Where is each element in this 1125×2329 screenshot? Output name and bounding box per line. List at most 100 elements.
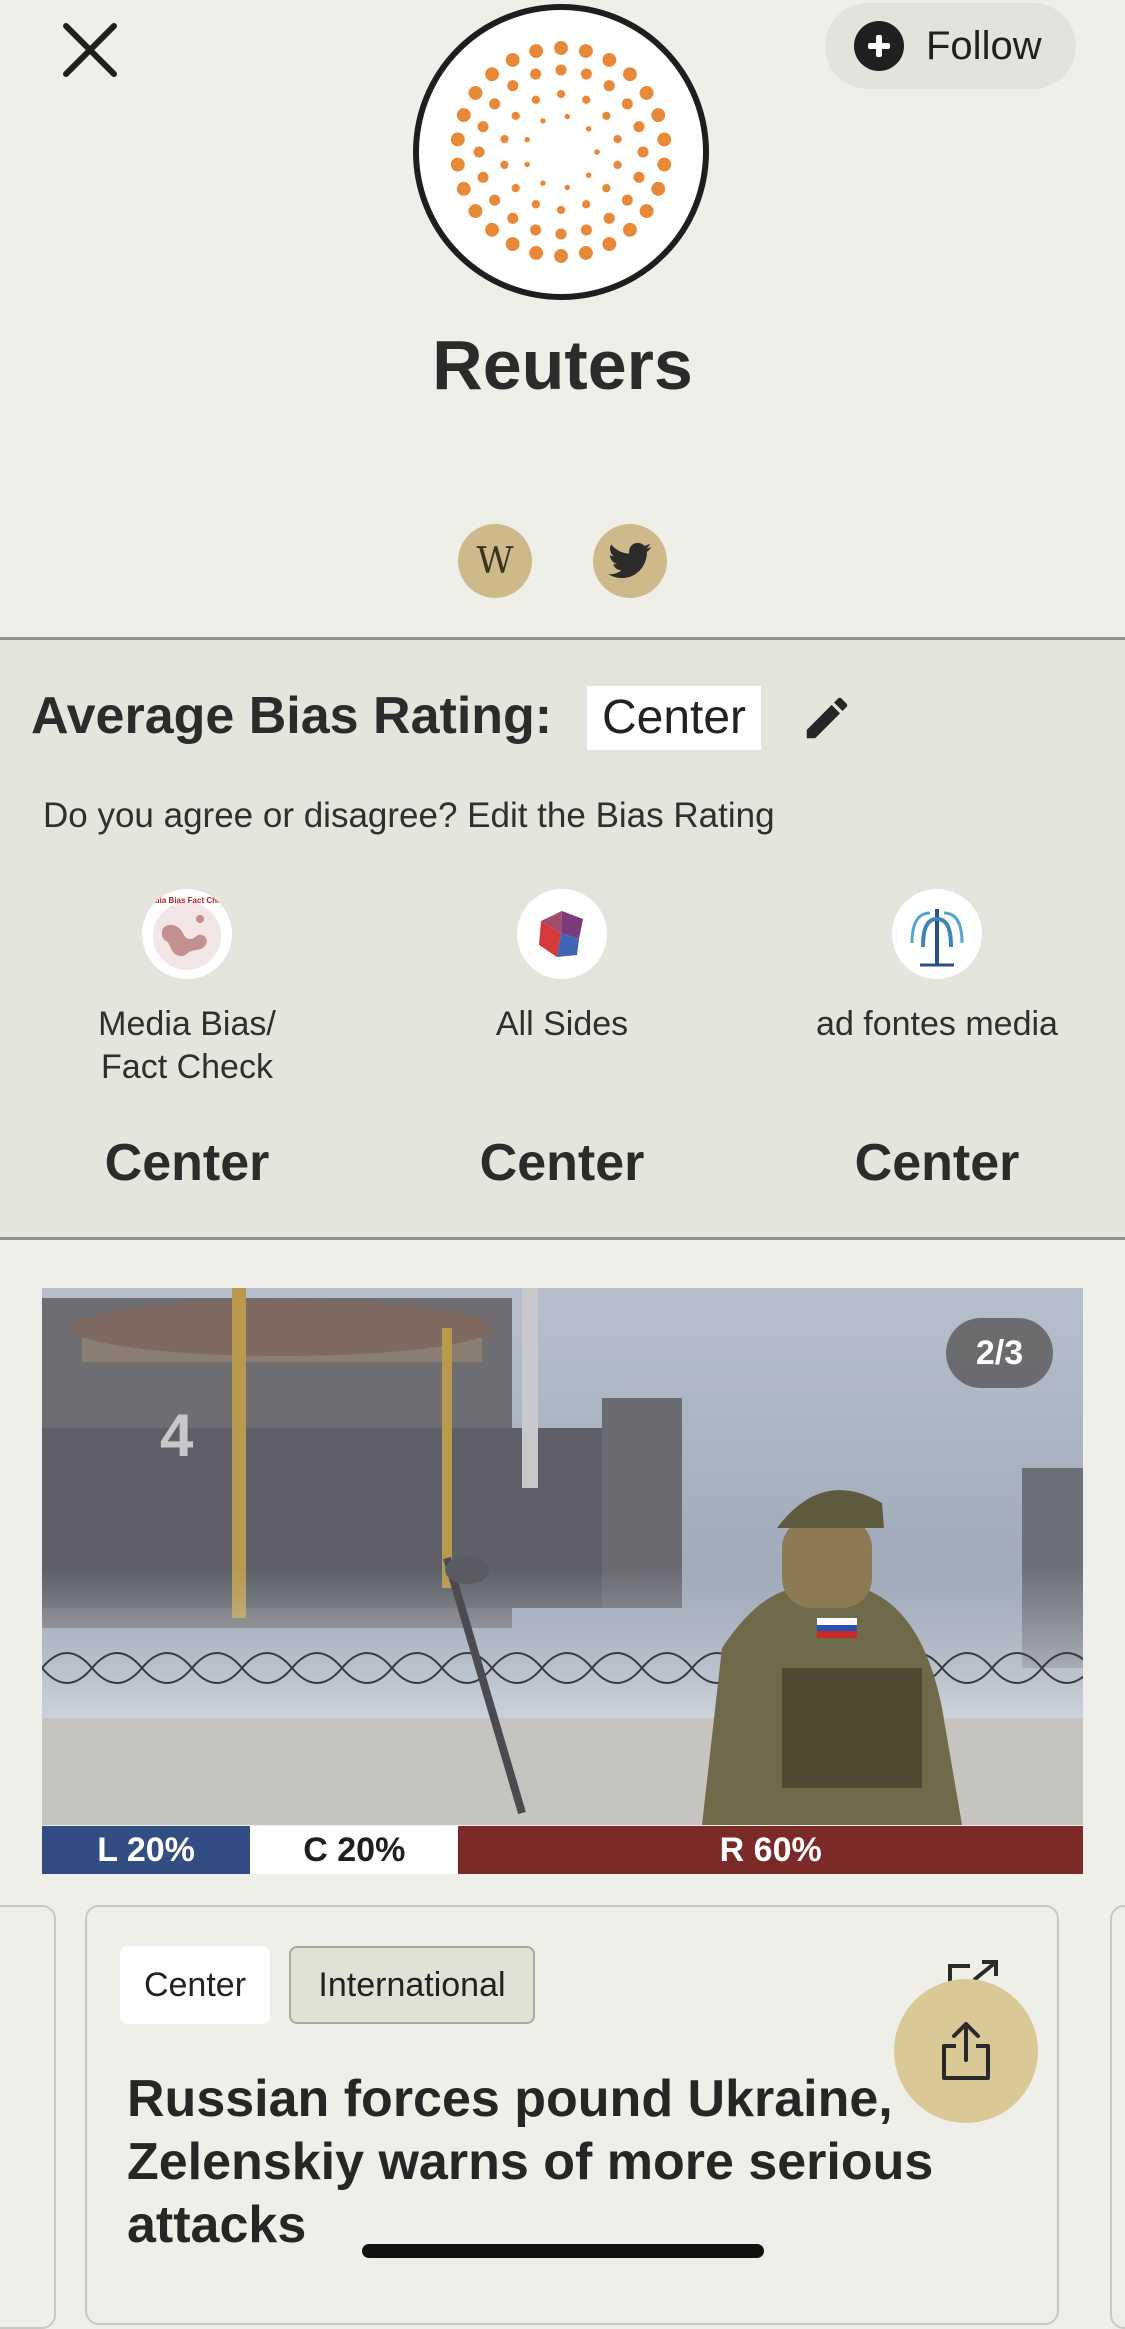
logo-dot — [555, 64, 567, 76]
globe-icon: Media Bias Fact Check — [144, 896, 231, 970]
svg-text:4: 4 — [160, 1402, 194, 1469]
logo-dot — [511, 111, 520, 120]
logo-dot — [524, 161, 530, 168]
logo-dot — [529, 44, 544, 58]
logo-dot — [507, 212, 519, 224]
twitter-icon — [608, 542, 652, 579]
logo-dot — [602, 184, 611, 193]
edit-bias-prompt[interactable]: Do you agree or disagree? Edit the Bias … — [43, 796, 775, 836]
logo-dot — [603, 80, 615, 92]
rater-name: Media Bias/ Fact Check — [98, 1005, 276, 1086]
logo-dot — [529, 246, 544, 260]
logo-dot — [524, 136, 530, 143]
logo-dot — [473, 146, 485, 158]
logo-dot — [477, 121, 489, 133]
logo-dot — [594, 149, 600, 155]
logo-dot — [633, 121, 645, 133]
logo-dot — [500, 134, 509, 144]
logo-dot — [564, 113, 571, 120]
logo-dot — [621, 98, 633, 110]
home-indicator[interactable] — [362, 2244, 764, 2258]
logo-dot — [530, 68, 542, 80]
coverage-bias-bar: L 20% C 20% R 60% — [42, 1826, 1083, 1874]
share-icon — [942, 2022, 990, 2080]
logo-dot — [585, 172, 592, 178]
logo-dot — [554, 249, 568, 263]
average-bias-value[interactable]: Center — [587, 686, 761, 750]
logo-dot — [578, 246, 593, 260]
logo-dot — [555, 228, 567, 240]
category-tag[interactable]: International — [289, 1946, 535, 2024]
rater-media-bias-fact-check[interactable]: Media Bias Fact Check Media Bias/ Fact C… — [37, 889, 337, 1089]
twitter-button[interactable] — [593, 524, 667, 598]
logo-dot — [468, 204, 483, 219]
coverage-right: R 60% — [458, 1826, 1083, 1874]
rater-all-sides[interactable]: All Sides — [412, 889, 712, 1046]
logo-dot — [511, 184, 520, 193]
logo-dot — [485, 67, 499, 82]
coverage-center: C 20% — [250, 1826, 459, 1874]
logo-dot — [530, 224, 542, 236]
logo-dot — [633, 171, 645, 183]
bias-tag[interactable]: Center — [120, 1946, 270, 2024]
logo-dot — [456, 181, 471, 196]
logo-dot — [621, 194, 633, 206]
logo-dot — [554, 41, 568, 55]
cube-icon — [539, 911, 583, 957]
coverage-left: L 20% — [42, 1826, 251, 1874]
all-sides-logo — [517, 889, 607, 979]
close-icon — [63, 23, 117, 77]
plus-icon — [854, 21, 904, 71]
logo-dot — [602, 237, 617, 252]
logo-dot — [564, 184, 571, 191]
logo-dot — [477, 171, 489, 183]
pencil-icon — [806, 697, 848, 739]
logo-dot — [657, 132, 672, 147]
reuters-logo-icon — [450, 41, 672, 263]
wikipedia-icon: W — [476, 540, 514, 582]
logo-dot — [582, 200, 591, 209]
wikipedia-button[interactable]: W — [458, 524, 532, 598]
story-headline[interactable]: Russian forces pound Ukraine, Zelenskiy … — [127, 2068, 987, 2257]
next-story-card[interactable] — [1110, 1905, 1125, 2329]
rater-rating: Center — [104, 1134, 270, 1192]
previous-story-card[interactable] — [0, 1905, 56, 2329]
logo-dot — [505, 237, 520, 252]
logo-dot — [505, 52, 520, 67]
logo-dot — [657, 157, 672, 172]
average-bias-label: Average Bias Rating: — [31, 687, 553, 745]
share-button[interactable] — [894, 1979, 1038, 2123]
logo-dot — [507, 80, 519, 92]
logo-dot — [500, 160, 509, 170]
rater-name: All Sides — [495, 1005, 629, 1043]
close-button[interactable] — [52, 12, 128, 88]
logo-dot — [580, 68, 592, 80]
source-title: Reuters — [432, 326, 693, 404]
logo-dot — [623, 67, 637, 82]
follow-button[interactable]: Follow — [825, 3, 1076, 89]
logo-dot — [637, 146, 649, 158]
logo-dot — [582, 95, 591, 104]
logo-dot — [585, 126, 592, 132]
logo-dot — [639, 85, 654, 100]
logo-dot — [450, 157, 465, 172]
logo-dot — [485, 222, 499, 237]
logo-dot — [613, 160, 622, 170]
logo-dot — [651, 108, 666, 123]
story-image[interactable]: 4 — [42, 1288, 1083, 1825]
logo-dot — [450, 132, 465, 147]
fountain-icon — [910, 909, 964, 967]
logo-dot — [556, 89, 566, 99]
logo-dot — [531, 200, 540, 209]
edit-bias-button[interactable] — [800, 691, 854, 745]
rater-rating: Center — [479, 1134, 645, 1192]
media-bias-fact-check-logo: Media Bias Fact Check — [142, 889, 232, 979]
rater-rating: Center — [854, 1134, 1020, 1192]
logo-dot — [468, 85, 483, 100]
rater-ad-fontes-media[interactable]: ad fontes media — [787, 889, 1087, 1046]
image-counter: 2/3 — [946, 1318, 1053, 1388]
logo-dot — [639, 204, 654, 219]
logo-dot — [489, 194, 501, 206]
rater-name: ad fontes media — [816, 1005, 1058, 1043]
logo-dot — [489, 98, 501, 110]
